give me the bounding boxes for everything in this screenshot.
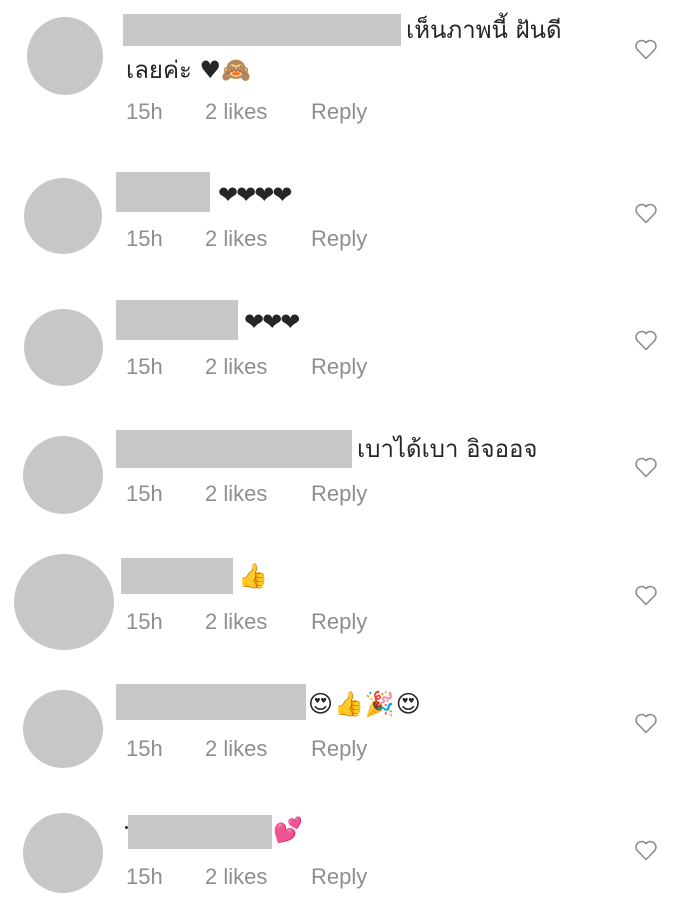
comment-timestamp: 15h: [126, 609, 163, 634]
avatar[interactable]: [14, 554, 114, 650]
username-redacted[interactable]: [116, 684, 306, 720]
comment-timestamp: 15h: [126, 864, 163, 889]
comment-timestamp: 15h: [126, 736, 163, 761]
comment-timestamp: 15h: [126, 99, 163, 124]
comment-text: ❤❤❤: [244, 308, 300, 336]
likes-count-link[interactable]: 2 likes: [205, 480, 267, 508]
username-redacted[interactable]: [121, 558, 233, 594]
comment-text: เบาได้เบา อิจออจ: [357, 435, 538, 463]
likes-count-link[interactable]: 2 likes: [205, 225, 267, 253]
reply-button[interactable]: Reply: [311, 608, 367, 636]
comment-text: 👍: [238, 562, 268, 590]
reply-button[interactable]: Reply: [311, 225, 367, 253]
heart-outline-icon[interactable]: [634, 202, 658, 224]
reply-button[interactable]: Reply: [311, 480, 367, 508]
heart-outline-icon[interactable]: [634, 839, 658, 861]
heart-outline-icon[interactable]: [634, 329, 658, 351]
comment-text: เห็นภาพนี้ ฝันดี: [406, 16, 562, 44]
likes-count-link[interactable]: 2 likes: [205, 98, 267, 126]
reply-button[interactable]: Reply: [311, 735, 367, 763]
comment-text: 😍👍🎉😍: [308, 690, 422, 718]
avatar[interactable]: [24, 309, 103, 386]
comment-timestamp: 15h: [126, 481, 163, 506]
likes-count-link[interactable]: 2 likes: [205, 863, 267, 891]
heart-outline-icon[interactable]: [634, 584, 658, 606]
username-redacted[interactable]: [123, 14, 401, 46]
comment-text: ❤❤❤❤: [218, 181, 292, 209]
reply-button[interactable]: Reply: [311, 353, 367, 381]
heart-outline-icon[interactable]: [634, 38, 658, 60]
avatar[interactable]: [23, 690, 103, 768]
comment-text: 💕: [273, 816, 303, 844]
reply-button[interactable]: Reply: [311, 98, 367, 126]
heart-outline-icon[interactable]: [634, 712, 658, 734]
likes-count-link[interactable]: 2 likes: [205, 353, 267, 381]
username-redacted[interactable]: [128, 815, 272, 849]
username-redacted[interactable]: [116, 300, 238, 340]
avatar[interactable]: [24, 178, 102, 254]
likes-count-link[interactable]: 2 likes: [205, 608, 267, 636]
comment-timestamp: 15h: [126, 226, 163, 251]
heart-outline-icon[interactable]: [634, 456, 658, 478]
username-redacted[interactable]: [116, 172, 210, 212]
avatar[interactable]: [27, 17, 103, 95]
username-redacted[interactable]: [116, 430, 352, 468]
avatar[interactable]: [23, 436, 103, 514]
avatar[interactable]: [23, 813, 103, 893]
reply-button[interactable]: Reply: [311, 863, 367, 891]
likes-count-link[interactable]: 2 likes: [205, 735, 267, 763]
comment-text-continued: เลยค่ะ ♥🙈: [126, 56, 251, 84]
comment-timestamp: 15h: [126, 354, 163, 379]
